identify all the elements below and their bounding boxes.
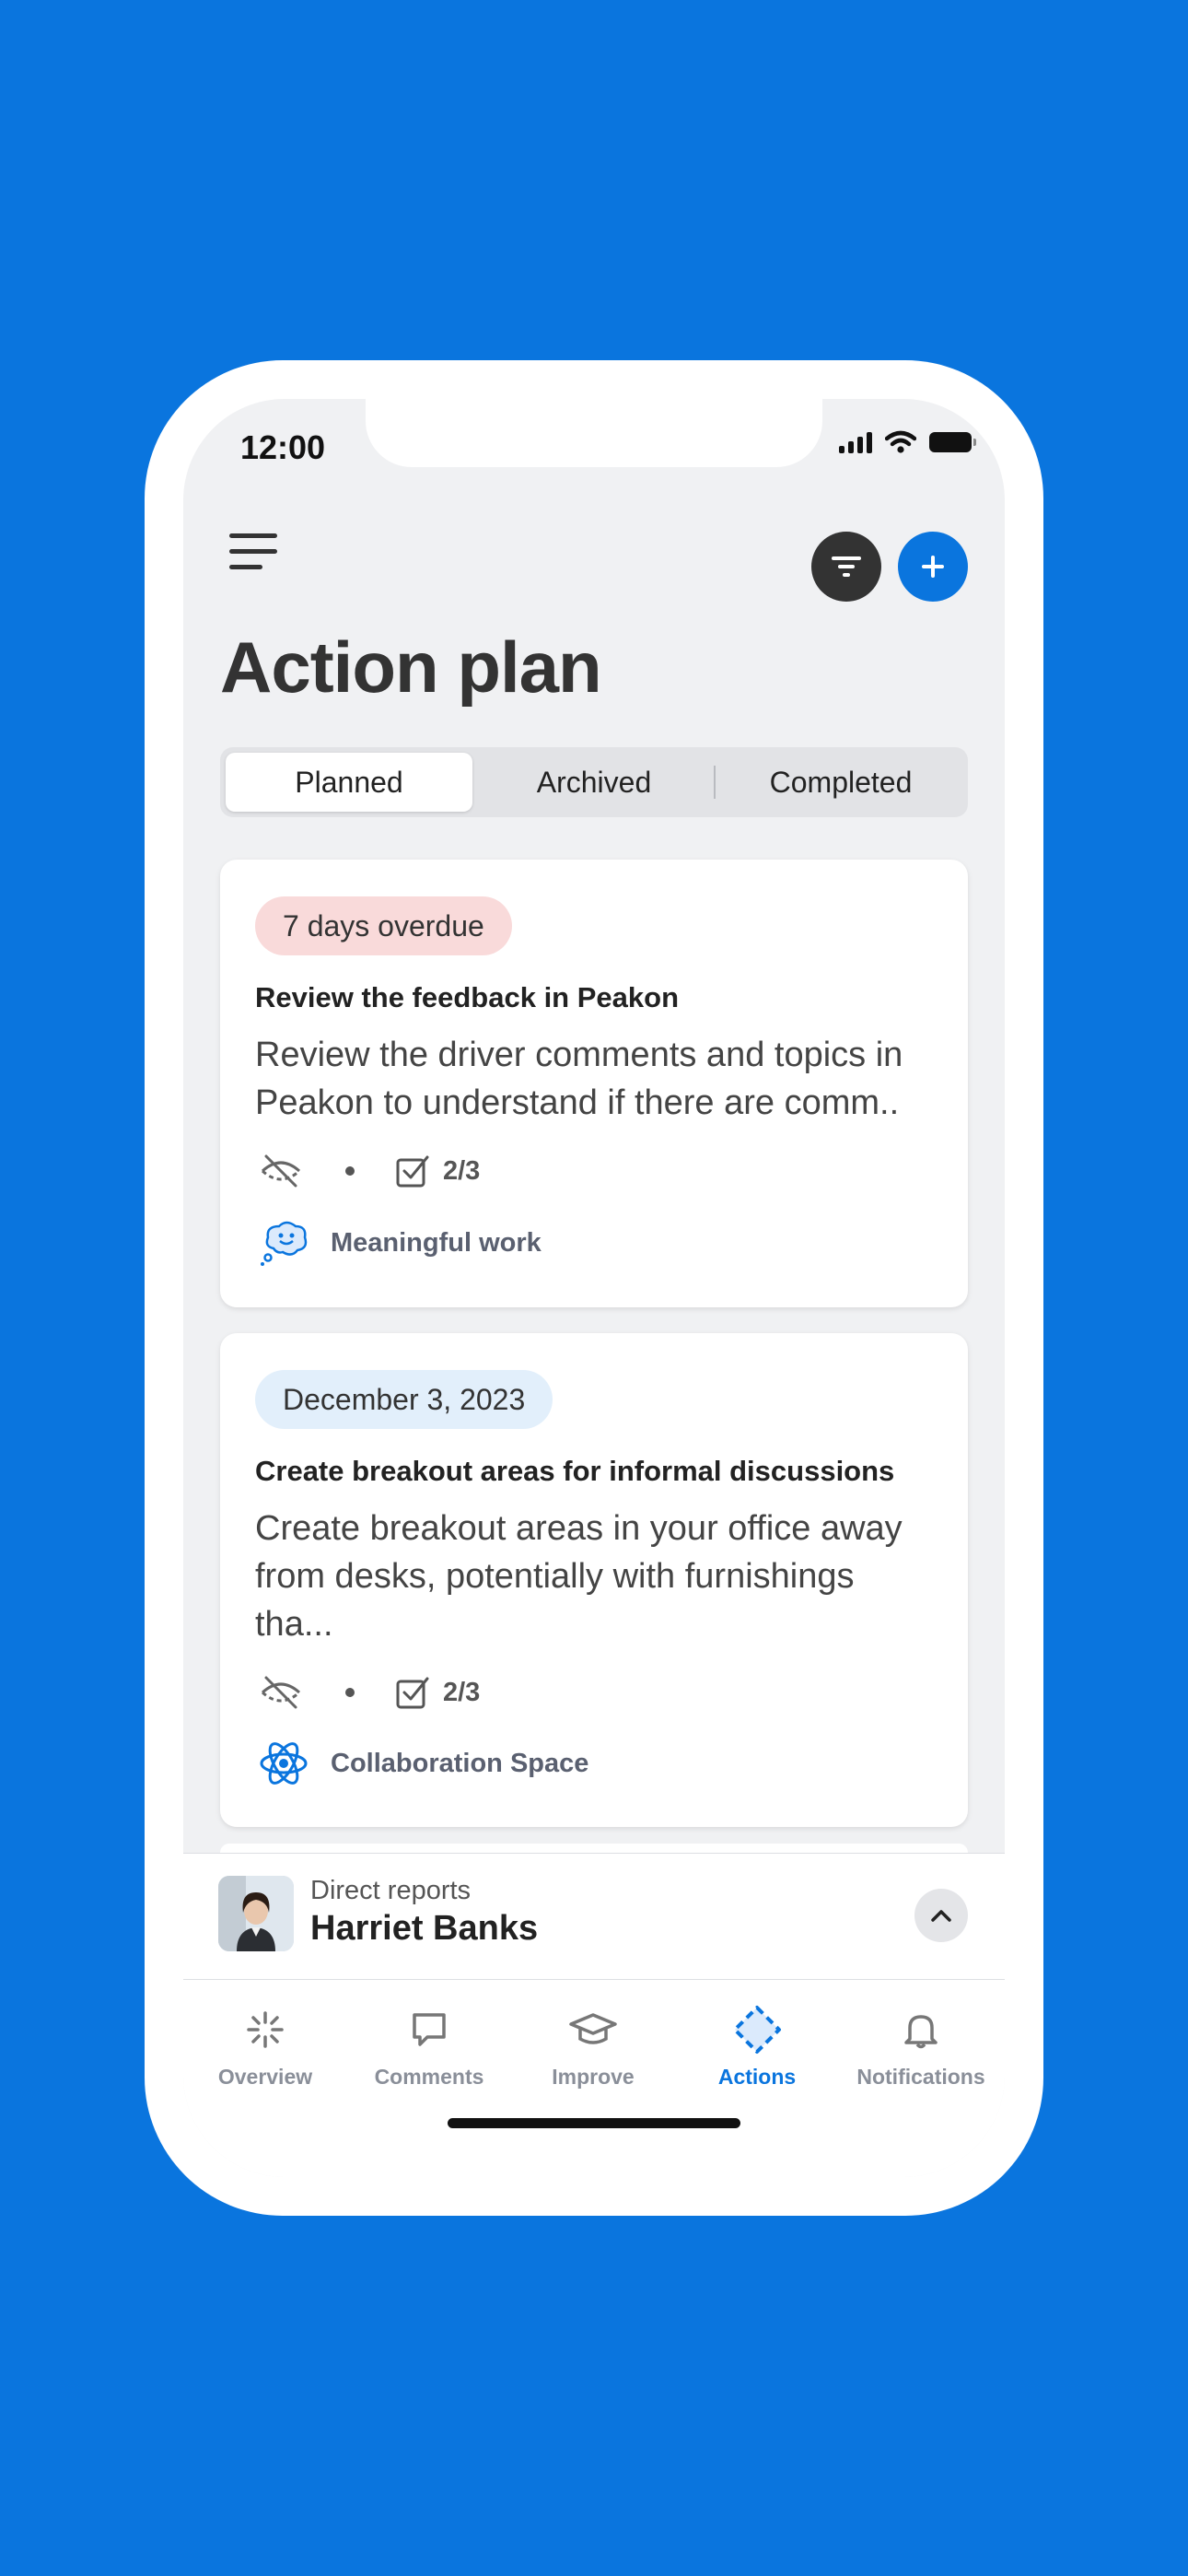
due-date-badge: December 3, 2023	[255, 1370, 553, 1429]
bell-icon	[904, 2015, 938, 2049]
atom-icon	[260, 1742, 308, 1785]
home-indicator[interactable]	[448, 2118, 740, 2128]
checkbox-icon	[396, 1155, 429, 1188]
chevron-up-icon	[931, 1910, 951, 1922]
avatar	[218, 1876, 294, 1951]
tab-label: Notifications	[856, 2065, 985, 2089]
driver-tag: Collaboration Space	[259, 1739, 588, 1788]
expand-button[interactable]	[914, 1889, 968, 1942]
overdue-badge: 7 days overdue	[255, 896, 512, 955]
action-meta: 2/3	[259, 1674, 480, 1711]
meta-separator	[345, 1688, 355, 1697]
sparkle-icon	[247, 2011, 284, 2048]
app-screen: 12:00 Action plan Planned Archived Compl…	[183, 399, 1005, 2177]
task-count: 2/3	[443, 1155, 481, 1186]
thought-bubble-icon	[261, 1221, 308, 1266]
plus-icon	[922, 556, 944, 578]
checkbox-icon	[396, 1677, 429, 1709]
tab-planned[interactable]: Planned	[226, 753, 472, 812]
cellular-signal-icon	[839, 431, 872, 453]
filter-icon	[832, 556, 861, 577]
direct-reports-bar[interactable]: Direct reports Harriet Banks	[183, 1853, 1005, 1980]
driver-label: Meaningful work	[331, 1227, 542, 1258]
add-action-button[interactable]	[898, 532, 968, 602]
device-notch	[366, 399, 822, 467]
tab-label: Improve	[552, 2065, 635, 2089]
reports-caption: Direct reports	[310, 1876, 472, 1905]
graduation-cap-icon	[569, 2013, 617, 2044]
tab-actions[interactable]: Actions	[675, 1980, 839, 2100]
tab-improve[interactable]: Improve	[511, 1980, 675, 2100]
eye-off-icon	[261, 1676, 301, 1709]
tab-divider	[714, 766, 716, 799]
action-title: Review the feedback in Peakon	[255, 981, 680, 1013]
battery-icon	[929, 432, 976, 452]
driver-label: Collaboration Space	[331, 1748, 589, 1778]
wifi-icon	[885, 430, 916, 453]
driver-tag: Meaningful work	[259, 1219, 542, 1267]
chat-bubble-icon	[413, 2013, 446, 2046]
home-area	[183, 2100, 1005, 2177]
action-meta: 2/3	[259, 1153, 480, 1189]
status-time: 12:00	[240, 428, 326, 466]
action-title: Create breakout areas for informal discu…	[255, 1455, 895, 1487]
tab-label: Actions	[717, 2065, 797, 2089]
diamond-dashed-icon	[733, 2006, 781, 2054]
action-card[interactable]: December 3, 2023 Create breakout areas f…	[220, 1333, 968, 1827]
tab-archived[interactable]: Archived	[471, 753, 717, 812]
action-card[interactable]: 7 days overdue Review the feedback in Pe…	[220, 860, 968, 1307]
tab-overview[interactable]: Overview	[183, 1980, 347, 2100]
phone-frame: 12:00 Action plan Planned Archived Compl…	[145, 360, 1043, 2216]
action-description: Create breakout areas in your office awa…	[255, 1509, 903, 1644]
meta-separator	[345, 1166, 355, 1176]
tab-label: Comments	[374, 2065, 484, 2089]
tab-notifications[interactable]: Notifications	[839, 1980, 1003, 2100]
reports-name: Harriet Banks	[310, 1909, 539, 1948]
eye-off-icon	[261, 1154, 301, 1188]
page-title: Action plan	[220, 626, 602, 708]
status-icons	[839, 430, 976, 454]
tab-completed[interactable]: Completed	[717, 753, 964, 812]
status-tabs: Planned Archived Completed	[220, 747, 968, 817]
bottom-tab-bar: Overview Comments Improve Actions Notifi…	[183, 1980, 1005, 2100]
tab-label: Overview	[217, 2065, 313, 2089]
tab-comments[interactable]: Comments	[347, 1980, 511, 2100]
task-count: 2/3	[443, 1677, 481, 1707]
filter-button[interactable]	[811, 532, 881, 602]
menu-button[interactable]	[229, 533, 277, 570]
action-description: Review the driver comments and topics in…	[255, 1036, 903, 1122]
